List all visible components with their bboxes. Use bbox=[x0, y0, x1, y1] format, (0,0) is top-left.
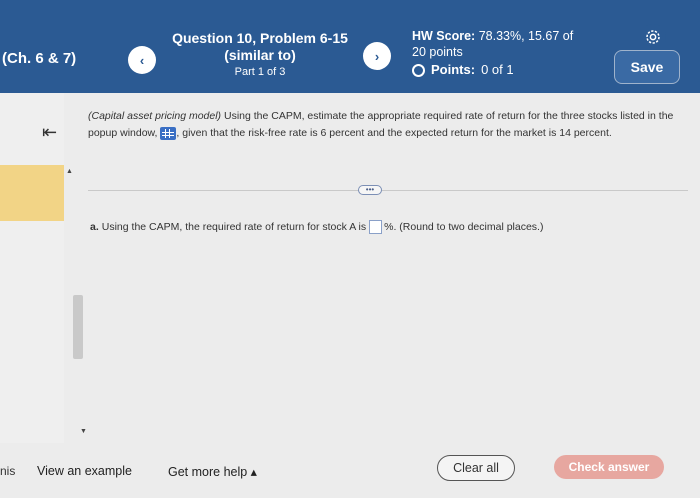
previous-question-button[interactable]: ‹ bbox=[128, 46, 156, 74]
hw-score-points: 20 points bbox=[412, 45, 463, 59]
hw-score-value: 78.33%, 15.67 of bbox=[478, 29, 574, 43]
collapse-icon[interactable]: ⇤ bbox=[42, 122, 57, 143]
check-answer-button[interactable]: Check answer bbox=[554, 455, 664, 479]
divider bbox=[88, 190, 688, 191]
hw-score-label: HW Score: bbox=[412, 29, 476, 43]
part-a-label: a. bbox=[90, 221, 99, 233]
question-subtitle: (similar to) bbox=[224, 47, 296, 63]
question-panel bbox=[64, 93, 700, 443]
scroll-up-arrow-icon[interactable]: ▲ bbox=[66, 168, 73, 175]
get-more-help-link[interactable]: Get more help ▴ bbox=[168, 464, 257, 479]
part-a-question: a. Using the CAPM, the required rate of … bbox=[90, 220, 543, 234]
part-indicator: Part 1 of 3 bbox=[234, 66, 286, 78]
settings-button[interactable] bbox=[640, 24, 666, 50]
part-a-suffix: %. (Round to two decimal places.) bbox=[384, 221, 544, 233]
highlight-bar bbox=[0, 165, 64, 221]
score-block: HW Score: 78.33%, 15.67 of 20 points Poi… bbox=[412, 28, 592, 78]
top-header: (Ch. 6 & 7) ‹ Question 10, Problem 6-15 … bbox=[0, 0, 700, 93]
scroll-down-arrow-icon[interactable]: ▼ bbox=[80, 428, 87, 435]
question-title: Question 10, Problem 6-15 bbox=[172, 30, 348, 46]
chapter-label[interactable]: (Ch. 6 & 7) bbox=[2, 50, 76, 67]
chevron-right-icon: › bbox=[374, 48, 380, 64]
question-intro: (Capital asset pricing model) Using the … bbox=[88, 108, 678, 142]
answer-input[interactable] bbox=[369, 220, 383, 234]
clear-all-button[interactable]: Clear all bbox=[437, 455, 515, 481]
circle-status-icon bbox=[412, 63, 425, 77]
intro-text-2: , given that the risk-free rate is 6 per… bbox=[176, 127, 612, 139]
save-button[interactable]: Save bbox=[614, 50, 680, 84]
part-a-text: Using the CAPM, the required rate of ret… bbox=[101, 221, 367, 233]
question-title-block: Question 10, Problem 6-15 (similar to) P… bbox=[160, 30, 360, 78]
next-question-button[interactable]: › bbox=[363, 42, 391, 70]
scrollbar-thumb[interactable] bbox=[73, 295, 83, 359]
intro-topic: (Capital asset pricing model) bbox=[88, 110, 222, 122]
points-value: 0 of 1 bbox=[481, 62, 514, 77]
view-example-link[interactable]: View an example bbox=[37, 464, 132, 478]
points-row: Points: 0 of 1 bbox=[412, 62, 592, 78]
points-label: Points: bbox=[431, 62, 476, 77]
left-strip bbox=[0, 93, 64, 443]
more-button[interactable]: ••• bbox=[358, 185, 382, 195]
table-icon[interactable] bbox=[160, 126, 177, 140]
footer-cut-text[interactable]: nis bbox=[0, 464, 15, 478]
chevron-left-icon: ‹ bbox=[139, 52, 145, 68]
gear-icon bbox=[646, 30, 660, 44]
